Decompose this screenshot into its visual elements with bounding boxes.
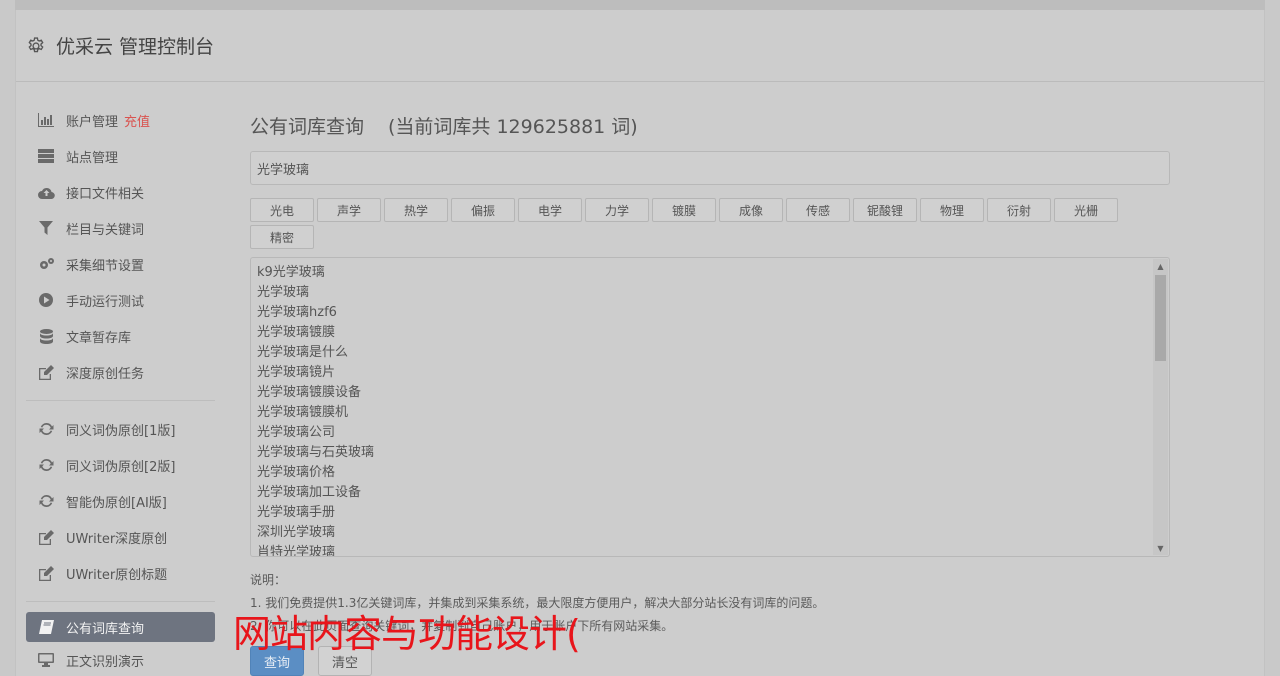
page-title-text: 公有词库查询 [250, 115, 365, 138]
category-chip[interactable]: 铌酸锂 [853, 198, 917, 222]
result-list-box[interactable]: k9光学玻璃 光学玻璃 光学玻璃hzf6 光学玻璃镀膜 光学玻璃是什么 光学玻璃镜片 光学玻… [250, 257, 1170, 557]
sidebar-item-0-6[interactable]: 文章暂存库 [26, 318, 215, 354]
cloud-upload-icon [36, 186, 56, 199]
sidebar: 账户管理 充值站点管理接口文件相关 栏目与关键词 采集细节设置 手动运行测试 文章暂存库深… [26, 102, 215, 676]
database-icon [36, 328, 56, 344]
list-item: 光学玻璃镀膜机 [257, 405, 349, 420]
edit-icon [36, 364, 56, 380]
main-content: 公有词库查询 (当前词库共 129625881 词) 光电声学热学偏振电学力学镀… [250, 105, 1170, 676]
app-title: 优采云 管理控制台 [56, 36, 215, 58]
list-item: 光学玻璃是什么 [257, 345, 349, 360]
play-circle-icon [36, 293, 56, 307]
scroll-up-arrow-icon[interactable]: ▲ [1153, 259, 1168, 273]
category-chip[interactable]: 电学 [518, 198, 582, 222]
sidebar-item-label: 同义词伪原创[2版] [66, 459, 176, 475]
sidebar-divider [26, 601, 215, 602]
sidebar-item-0-7[interactable]: 深度原创任务 [26, 354, 215, 390]
sidebar-item-1-4[interactable]: UWriter原创标题 [26, 555, 215, 591]
watermark-overlay-text: 网站内容与功能设计( [233, 612, 581, 656]
list-item: 光学玻璃手册 [257, 505, 336, 520]
list-item: k9光学玻璃 [257, 265, 325, 280]
sidebar-item-label: 公有词库查询 [66, 621, 145, 637]
keyword-search-input[interactable] [250, 151, 1170, 185]
list-item: 光学玻璃镜片 [257, 365, 336, 380]
refresh-icon [36, 422, 56, 436]
list-item: 肖特光学玻璃 [257, 545, 336, 557]
list-item: 光学玻璃 [257, 285, 310, 300]
sidebar-item-2-0[interactable]: 公有词库查询 [26, 612, 215, 642]
category-chip[interactable]: 传感 [786, 198, 850, 222]
sidebar-item-0-3[interactable]: 栏目与关键词 [26, 210, 215, 246]
sidebar-item-label: 深度原创任务 [66, 366, 145, 382]
sidebar-item-label: 智能伪原创[AI版] [66, 495, 167, 511]
sidebar-item-0-0[interactable]: 账户管理 充值 [26, 102, 215, 138]
category-chip[interactable]: 光电 [250, 198, 314, 222]
sidebar-item-label: 同义词伪原创[1版] [66, 423, 176, 439]
top-strip [15, 0, 1265, 10]
sidebar-item-0-5[interactable]: 手动运行测试 [26, 282, 215, 318]
book-icon [36, 620, 56, 634]
list-item: 光学玻璃与石英玻璃 [257, 445, 375, 460]
sidebar-item-label: 站点管理 [66, 150, 119, 166]
sidebar-item-1-1[interactable]: 同义词伪原创[2版] [26, 447, 215, 483]
sidebar-item-1-0[interactable]: 同义词伪原创[1版] [26, 411, 215, 447]
category-chips: 光电 声学 热学 偏振 电学 力学 镀膜 成像 传感 铌酸锂 物理 衍射 光栅精密 [250, 198, 1130, 249]
sidebar-item-label: UWriter深度原创 [66, 531, 168, 547]
category-chip[interactable]: 精密 [250, 225, 314, 249]
refresh-icon [36, 458, 56, 472]
sidebar-item-label: 手动运行测试 [66, 294, 145, 310]
gears-icon [36, 257, 56, 271]
sidebar-item-1-2[interactable]: 智能伪原创[AI版] [26, 483, 215, 519]
server-icon [36, 149, 56, 163]
sidebar-item-label: 栏目与关键词 [66, 222, 145, 238]
result-list: k9光学玻璃 光学玻璃 光学玻璃hzf6 光学玻璃镀膜 光学玻璃是什么 光学玻璃镜片 光学玻… [251, 258, 1169, 557]
page-title: 公有词库查询 (当前词库共 129625881 词) [250, 105, 1170, 145]
sidebar-item-2-1[interactable]: 正文识别演示 [26, 642, 215, 676]
category-chip[interactable]: 光栅 [1054, 198, 1118, 222]
sidebar-item-1-3[interactable]: UWriter深度原创 [26, 519, 215, 555]
list-item: 光学玻璃hzf6 [257, 305, 337, 320]
category-chip[interactable]: 衍射 [987, 198, 1051, 222]
sidebar-item-0-1[interactable]: 站点管理 [26, 138, 215, 174]
category-chip[interactable]: 成像 [719, 198, 783, 222]
edit-icon [36, 565, 56, 581]
category-chip[interactable]: 力学 [585, 198, 649, 222]
list-item: 深圳光学玻璃 [257, 525, 336, 540]
list-item: 光学玻璃镀膜 [257, 325, 336, 340]
sidebar-item-label: UWriter原创标题 [66, 567, 168, 583]
scrollbar[interactable]: ▲ ▼ [1153, 259, 1168, 555]
category-chip[interactable]: 物理 [920, 198, 984, 222]
scroll-down-arrow-icon[interactable]: ▼ [1153, 541, 1168, 555]
category-chip[interactable]: 热学 [384, 198, 448, 222]
refresh-icon [36, 494, 56, 508]
gear-icon [26, 36, 46, 56]
sidebar-item-label: 采集细节设置 [66, 258, 145, 274]
list-item: 光学玻璃价格 [257, 465, 336, 480]
sidebar-divider [26, 400, 215, 401]
scroll-thumb[interactable] [1155, 275, 1166, 361]
list-item: 光学玻璃镀膜设备 [257, 385, 362, 400]
header: 优采云 管理控制台 [16, 10, 1264, 82]
sidebar-item-0-2[interactable]: 接口文件相关 [26, 174, 215, 210]
sidebar-item-label: 文章暂存库 [66, 330, 132, 346]
recharge-link[interactable]: 充值 [124, 111, 150, 130]
filter-icon [36, 221, 56, 235]
category-chip[interactable]: 偏振 [451, 198, 515, 222]
bar-chart-icon [36, 113, 56, 127]
edit-icon [36, 529, 56, 545]
category-chip[interactable]: 镀膜 [652, 198, 716, 222]
category-chip[interactable]: 声学 [317, 198, 381, 222]
monitor-icon [36, 653, 56, 667]
sidebar-item-label: 正文识别演示 [66, 654, 145, 670]
word-count: (当前词库共 129625881 词) [388, 115, 638, 138]
sidebar-item-label: 接口文件相关 [66, 186, 145, 202]
sidebar-item-0-4[interactable]: 采集细节设置 [26, 246, 215, 282]
list-item: 光学玻璃公司 [257, 425, 336, 440]
list-item: 光学玻璃加工设备 [257, 485, 362, 500]
notes-heading: 说明： [250, 573, 287, 587]
sidebar-item-label: 账户管理 [66, 114, 119, 130]
